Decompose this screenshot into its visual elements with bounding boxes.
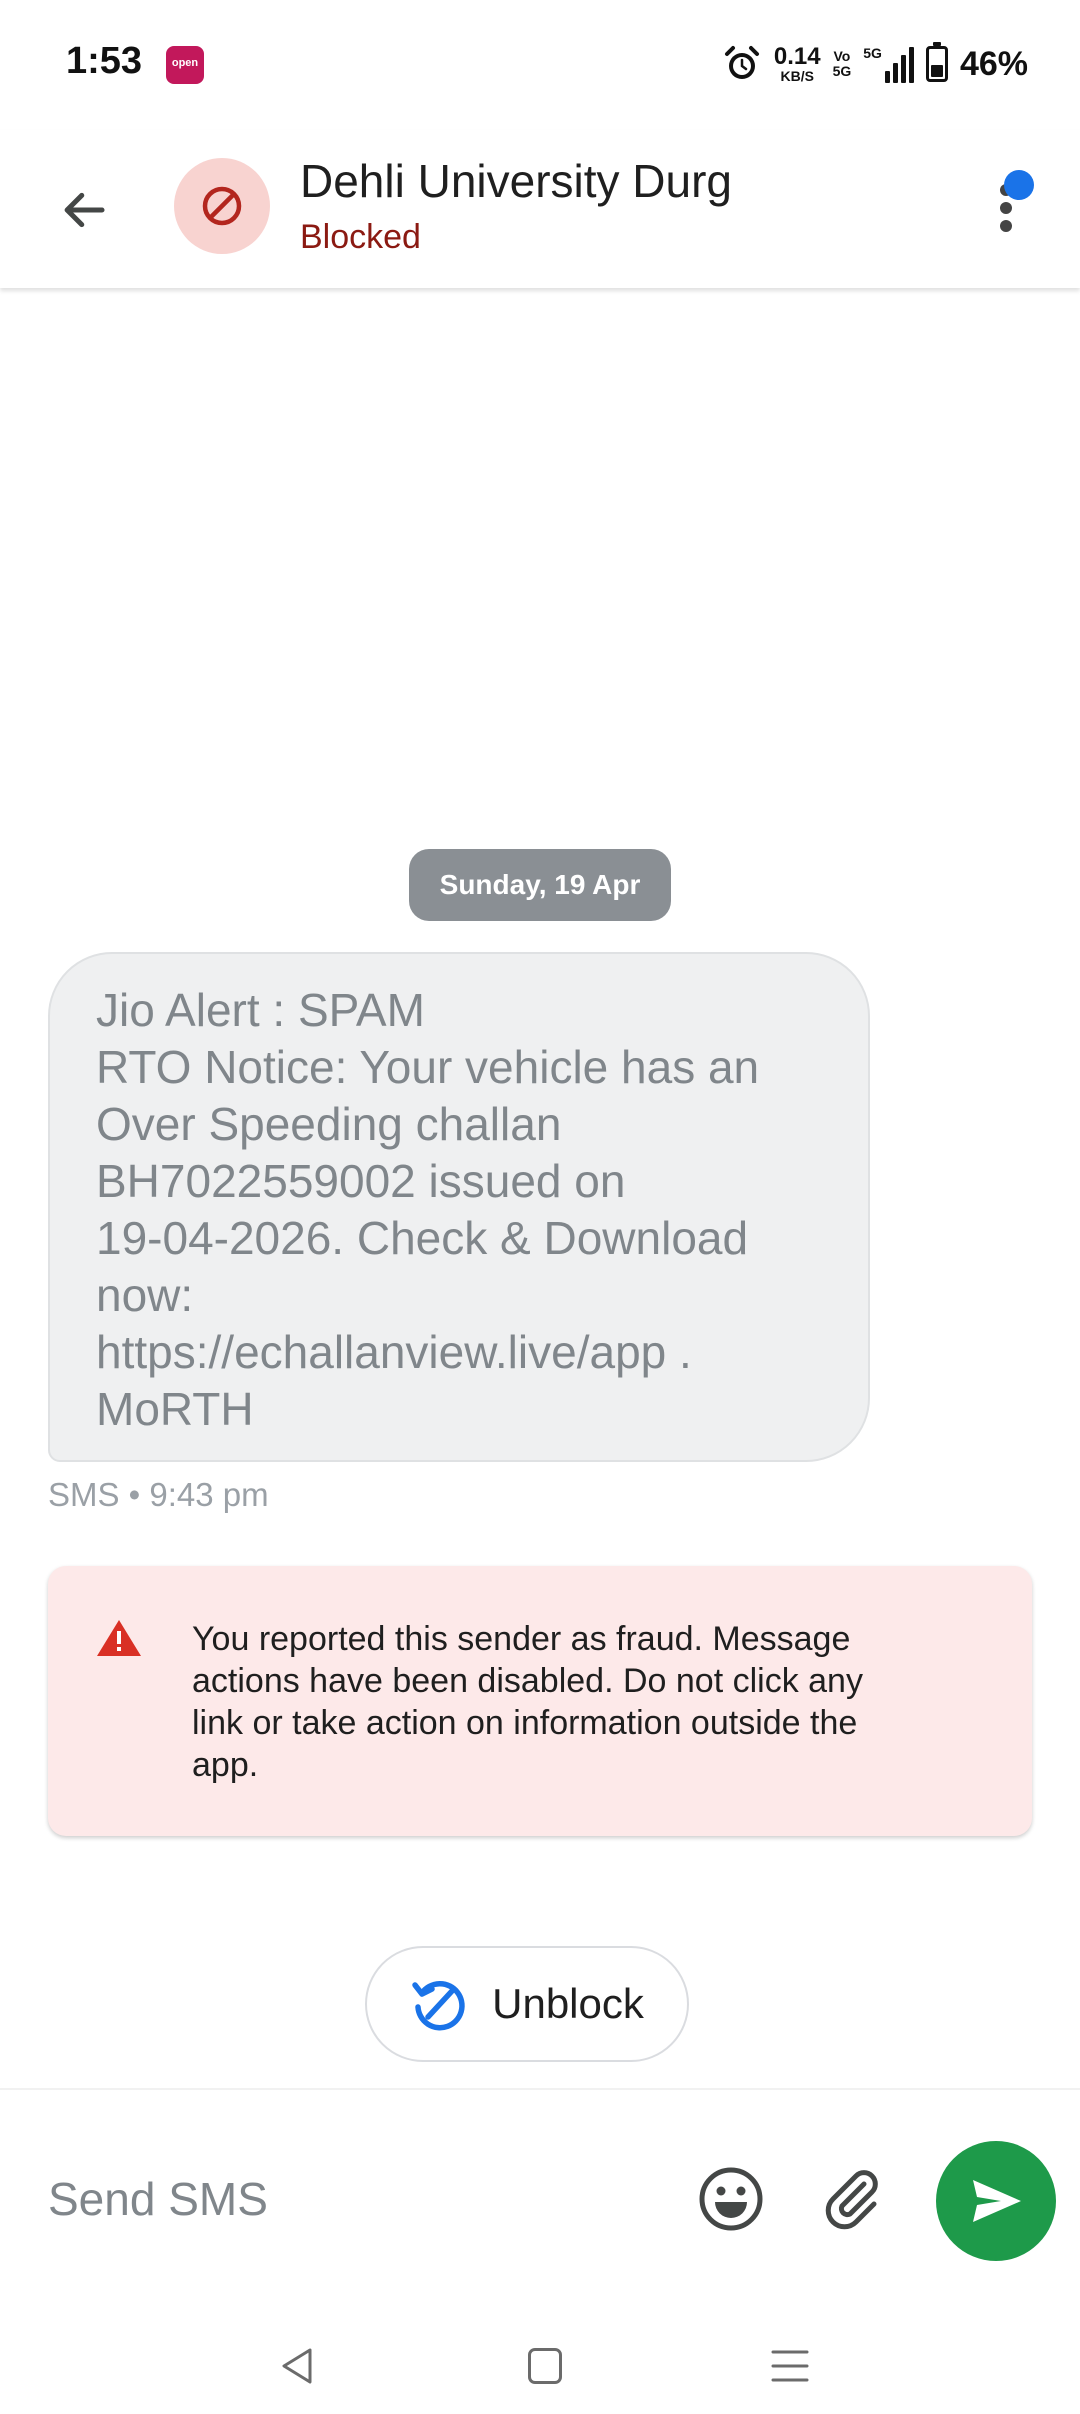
date-divider: Sunday, 19 Apr <box>409 849 671 921</box>
more-options-button[interactable] <box>980 166 1044 246</box>
incoming-message-bubble[interactable]: Jio Alert : SPAM RTO Notice: Your vehicl… <box>48 952 870 1462</box>
system-navigation-bar <box>0 2298 1080 2414</box>
block-icon <box>202 186 242 226</box>
warning-line: actions have been disabled. Do not click… <box>192 1662 863 1700</box>
fraud-warning-text: You reported this sender as fraud. Messa… <box>192 1618 863 1786</box>
nav-recents-icon[interactable] <box>770 2346 810 2386</box>
message-line: Over Speeding challan <box>96 1098 562 1150</box>
fraud-warning-card: You reported this sender as fraud. Messa… <box>48 1566 1032 1836</box>
volte-bottom: 5G <box>832 63 852 79</box>
battery-fill <box>930 65 943 77</box>
contact-avatar[interactable] <box>174 158 270 254</box>
network-speed: 0.14 KB/S <box>773 43 821 84</box>
nav-home-icon[interactable] <box>528 2348 562 2384</box>
nav-back-icon[interactable] <box>276 2344 320 2388</box>
messages-conversation-screen: 1:53 open 0.14 KB/S Vo 5G 5G 46% Dehli U… <box>0 0 1080 2414</box>
message-line: now: <box>96 1269 194 1321</box>
unblock-label: Unblock <box>492 1980 644 2027</box>
message-line-link: https://echallanview.live/app . <box>96 1326 692 1378</box>
status-time: 1:53 <box>66 40 143 82</box>
paperclip-icon <box>825 2170 878 2230</box>
message-line: RTO Notice: Your vehicle has an <box>96 1041 760 1093</box>
warning-line: app. <box>192 1746 259 1784</box>
emoji-icon <box>699 2167 763 2231</box>
warning-icon <box>97 1620 141 1656</box>
message-line: BH7022559002 issued on <box>96 1155 626 1207</box>
message-line: Jio Alert : SPAM <box>96 984 425 1036</box>
unblock-button[interactable]: Unblock <box>365 1946 689 2062</box>
warning-line: You reported this sender as fraud. Messa… <box>192 1620 851 1658</box>
status-icons: 0.14 KB/S Vo 5G 5G 46% <box>722 38 1028 90</box>
attach-button[interactable] <box>816 2162 890 2236</box>
send-icon <box>973 2180 1021 2222</box>
more-dot-icon <box>1000 202 1012 214</box>
volte-indicator: Vo 5G <box>833 49 852 78</box>
open-app-badge-icon: open <box>166 46 204 84</box>
notification-badge-icon <box>1004 170 1034 200</box>
send-button[interactable] <box>936 2141 1056 2261</box>
conversation-header: Dehli University Durg Blocked <box>0 130 1080 288</box>
message-meta: SMS • 9:43 pm <box>48 1476 269 1513</box>
contact-status-blocked: Blocked <box>300 218 421 256</box>
back-button[interactable] <box>44 170 124 250</box>
network-speed-value: 0.14 <box>773 43 821 70</box>
warning-line: link or take action on information outsi… <box>192 1704 858 1742</box>
contact-name[interactable]: Dehli University Durg <box>300 154 732 208</box>
message-composer <box>0 2088 1080 2298</box>
unblock-icon <box>412 1981 465 2031</box>
battery-percent: 46% <box>959 44 1028 83</box>
message-line: MoRTH <box>96 1383 254 1435</box>
more-dot-icon <box>1000 220 1012 232</box>
signal-strength-icon: 5G <box>863 45 914 83</box>
volte-top: Vo <box>833 48 851 65</box>
message-line: 19-04-2026. Check & Download <box>96 1212 749 1264</box>
network-type-label: 5G <box>863 45 882 61</box>
battery-icon <box>925 42 948 82</box>
emoji-button[interactable] <box>696 2164 766 2234</box>
network-speed-unit: KB/S <box>780 68 814 84</box>
arrow-back-icon <box>64 192 105 228</box>
status-bar: 1:53 open 0.14 KB/S Vo 5G 5G 46% <box>0 0 1080 130</box>
alarm-icon <box>724 46 759 79</box>
send-sms-input[interactable] <box>48 2164 668 2234</box>
